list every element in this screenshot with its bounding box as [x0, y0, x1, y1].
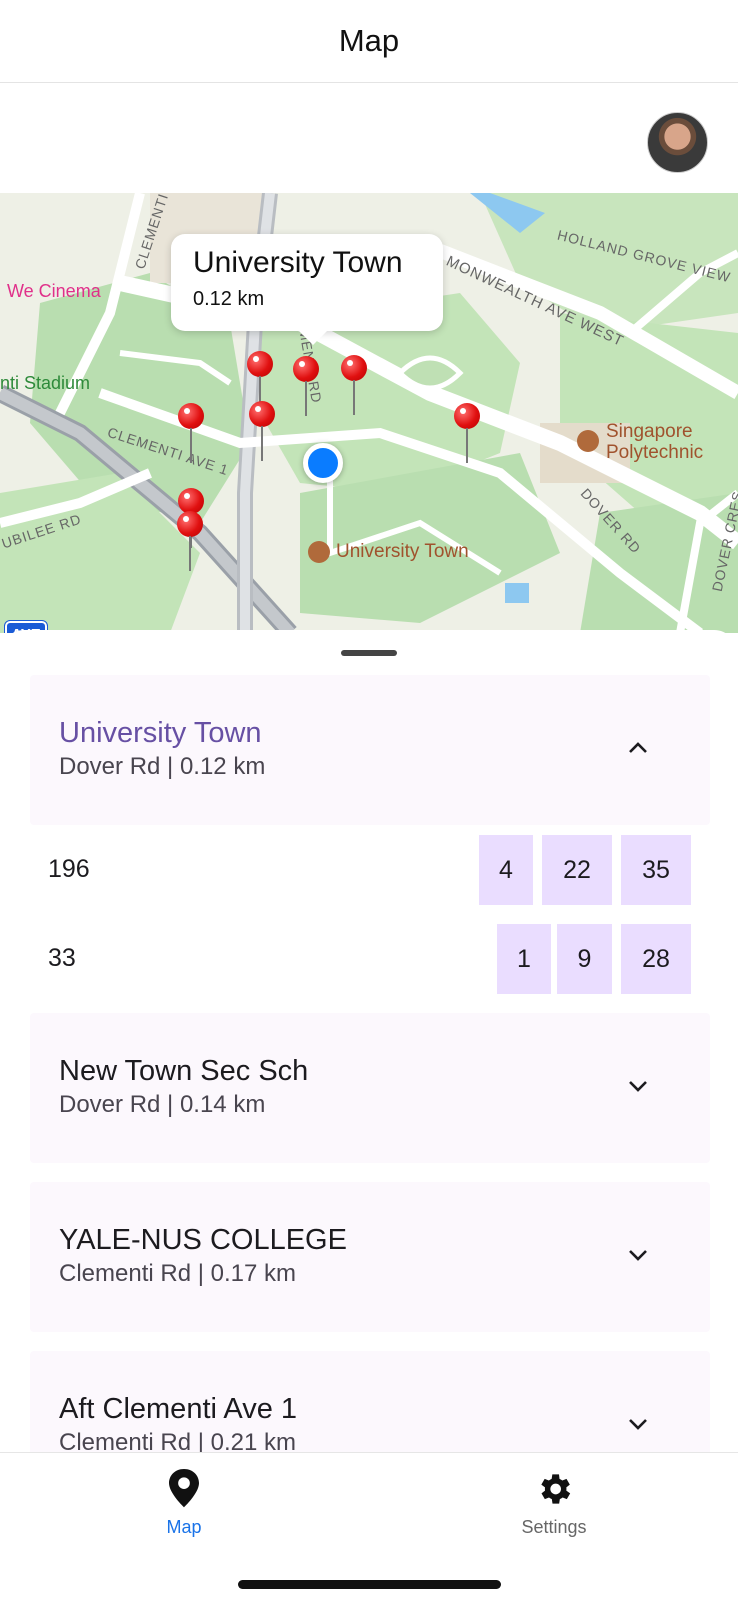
- callout-title: University Town: [193, 246, 403, 279]
- stop-name: YALE-NUS COLLEGE: [59, 1224, 347, 1256]
- bus-stop-pin[interactable]: [293, 356, 319, 416]
- stop-road-distance: Clementi Rd | 0.17 km: [59, 1260, 296, 1287]
- home-indicator[interactable]: [238, 1580, 501, 1589]
- location-pin-icon: [169, 1469, 199, 1508]
- map-poi-university-town[interactable]: University Town: [336, 541, 469, 563]
- bus-number: 196: [48, 855, 90, 883]
- map-poi-singapore-poly[interactable]: Singapore Polytechnic: [606, 421, 703, 463]
- stop-road-distance: Clementi Rd | 0.21 km: [59, 1429, 296, 1452]
- map-callout[interactable]: University Town 0.12 km: [171, 234, 443, 345]
- poi-label-line2: Polytechnic: [606, 442, 704, 463]
- stop-road-distance: Dover Rd | 0.14 km: [59, 1091, 266, 1118]
- arrival-time-chip: 1: [497, 924, 551, 994]
- stop-card-university-town[interactable]: University Town Dover Rd | 0.12 km: [30, 675, 710, 825]
- chevron-down-icon[interactable]: [626, 1074, 650, 1098]
- arrival-time-chip: 9: [557, 924, 612, 994]
- bus-stop-pin[interactable]: [178, 403, 204, 463]
- stop-road-distance: Dover Rd | 0.12 km: [59, 753, 266, 780]
- gear-icon: [541, 1474, 571, 1504]
- stop-name: University Town: [59, 717, 262, 749]
- profile-avatar[interactable]: [647, 112, 708, 173]
- nav-label-settings: Settings: [521, 1517, 587, 1537]
- top-app-bar: Map: [0, 0, 738, 83]
- arrival-time-chip: 22: [542, 835, 612, 905]
- drag-handle[interactable]: [341, 650, 397, 656]
- bus-number: 33: [48, 944, 76, 972]
- page-title: Map: [338, 23, 400, 58]
- stop-name: New Town Sec Sch: [59, 1055, 309, 1087]
- arrival-time-chip: 35: [621, 835, 691, 905]
- callout-distance: 0.12 km: [193, 288, 265, 310]
- stop-card-yale-nus-college[interactable]: YALE-NUS COLLEGE Clementi Rd | 0.17 km: [30, 1182, 710, 1332]
- bus-stop-pin[interactable]: [249, 401, 275, 461]
- bus-stop-pin[interactable]: [454, 403, 480, 463]
- bus-stops-sheet[interactable]: University Town Dover Rd | 0.12 km 196 4…: [0, 630, 738, 1452]
- poi-label-line1: Singapore: [606, 421, 693, 442]
- map-label-stadium: nti Stadium: [0, 373, 91, 393]
- app-root: Map CLEMENTI CLEMENTI RD MONWEALTH AVE W…: [0, 0, 738, 1600]
- nav-label-map: Map: [166, 1517, 202, 1537]
- arrival-time-chip: 28: [621, 924, 691, 994]
- map-label-cinema: We Cinema: [7, 281, 101, 301]
- bus-service-row: 196 4 22 35: [0, 835, 738, 905]
- chevron-down-icon[interactable]: [626, 1243, 650, 1267]
- bus-stop-pin[interactable]: [341, 355, 367, 415]
- chevron-up-icon[interactable]: [626, 736, 650, 760]
- nav-item-map[interactable]: Map: [114, 1467, 254, 1557]
- bottom-navigation: Map Settings: [0, 1452, 738, 1600]
- chevron-down-icon[interactable]: [626, 1412, 650, 1436]
- stop-card-aft-clementi-ave-1[interactable]: Aft Clementi Ave 1 Clementi Rd | 0.21 km: [30, 1351, 710, 1452]
- stop-card-new-town-sec-sch[interactable]: New Town Sec Sch Dover Rd | 0.14 km: [30, 1013, 710, 1163]
- stop-name: Aft Clementi Ave 1: [59, 1393, 298, 1425]
- arrival-time-chip: 4: [479, 835, 533, 905]
- nav-item-settings[interactable]: Settings: [484, 1467, 624, 1557]
- user-location-dot: [303, 443, 343, 483]
- bus-service-row: 33 1 9 28: [0, 924, 738, 994]
- bus-stop-pin[interactable]: [177, 511, 203, 571]
